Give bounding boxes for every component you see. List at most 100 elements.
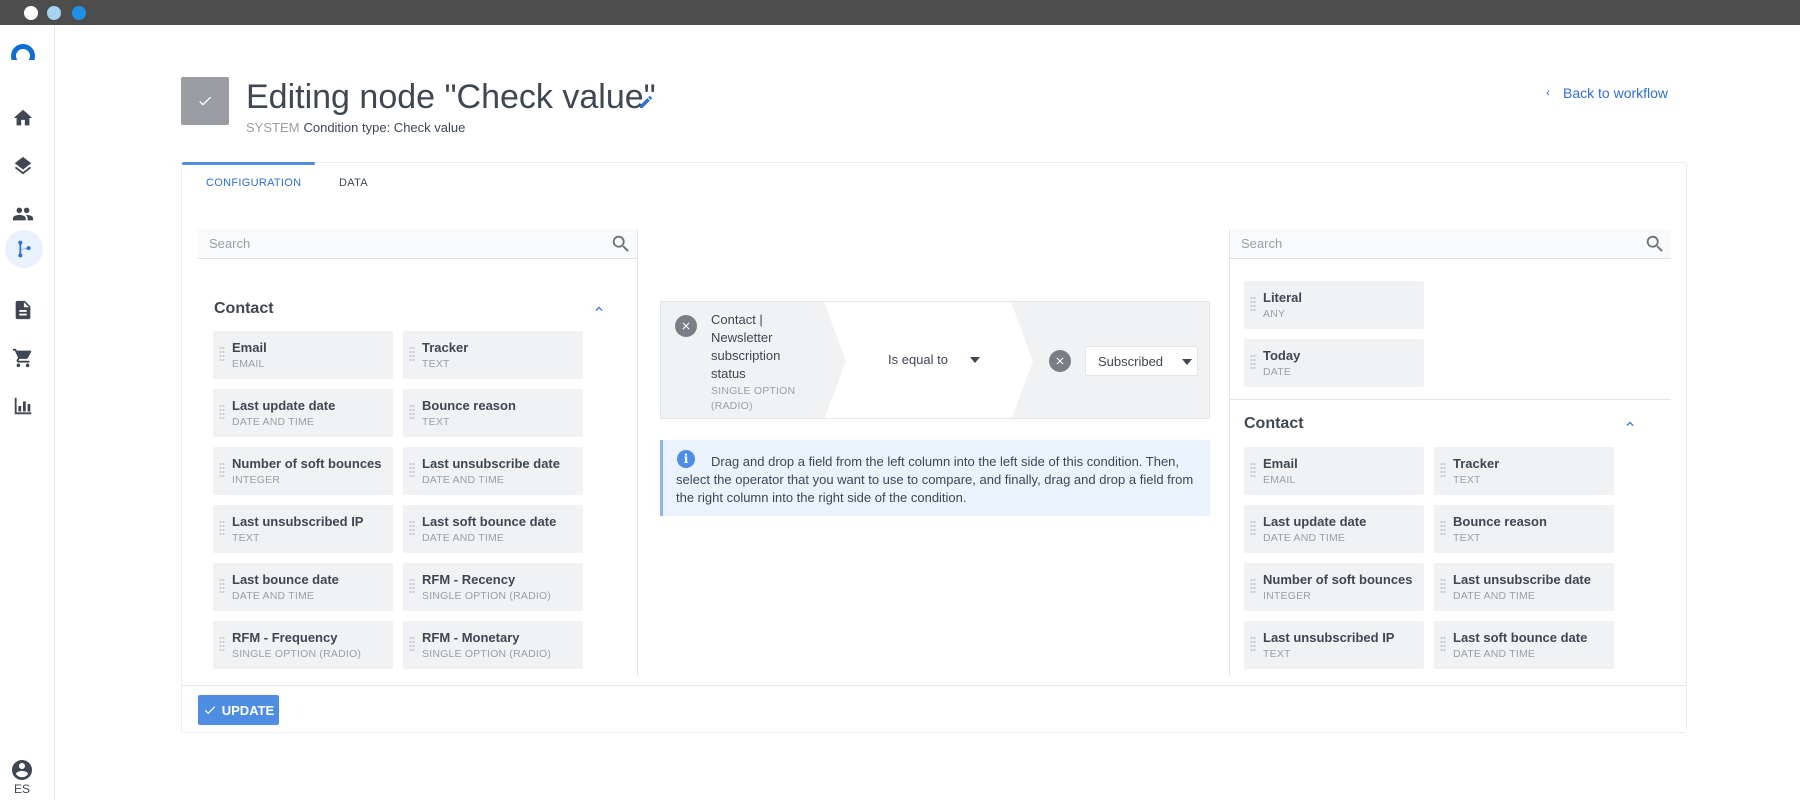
drag-handle-icon[interactable] — [219, 520, 225, 536]
field-type: DATE AND TIME — [422, 474, 505, 486]
drag-handle-icon[interactable] — [219, 636, 225, 652]
back-to-workflow-label: Back to workflow — [1563, 85, 1669, 101]
field-card[interactable]: Tracker TEXT — [403, 331, 583, 379]
drag-handle-icon[interactable] — [1440, 636, 1446, 652]
remove-right-value-icon[interactable] — [1049, 350, 1071, 372]
field-card[interactable]: Bounce reason TEXT — [1434, 505, 1614, 553]
card-footer-divider — [182, 685, 1686, 686]
field-card[interactable]: Last unsubscribed IP TEXT — [213, 505, 393, 553]
field-type: DATE AND TIME — [422, 532, 505, 544]
field-card[interactable]: Last bounce date DATE AND TIME — [213, 563, 393, 611]
field-card[interactable]: Number of soft bounces INTEGER — [1244, 563, 1424, 611]
drag-handle-icon[interactable] — [1440, 520, 1446, 536]
field-name: RFM - Monetary — [422, 630, 520, 645]
editor-card: CONFIGURATION DATA Contact Email EMAIL Tr… — [181, 162, 1687, 733]
field-type: TEXT — [1453, 532, 1481, 544]
field-name: Number of soft bounces — [1263, 572, 1413, 587]
field-card[interactable]: Email EMAIL — [1244, 447, 1424, 495]
document-icon[interactable] — [10, 297, 36, 323]
drag-handle-icon[interactable] — [1250, 296, 1256, 312]
drag-handle-icon[interactable] — [219, 404, 225, 420]
collapse-chevron-up-icon[interactable] — [1623, 417, 1637, 431]
user-account-icon[interactable] — [10, 758, 36, 784]
drag-handle-icon[interactable] — [409, 578, 415, 594]
update-button-label: UPDATE — [221, 702, 275, 718]
drag-handle-icon[interactable] — [1250, 520, 1256, 536]
bar-chart-icon[interactable] — [10, 393, 36, 419]
workflow-icon[interactable] — [5, 230, 43, 268]
window-minimize-button[interactable] — [47, 6, 61, 20]
condition-type-label: Condition type: Check value — [303, 120, 466, 135]
field-card[interactable]: Last soft bounce date DATE AND TIME — [403, 505, 583, 553]
field-name: RFM - Frequency — [232, 630, 338, 645]
field-card[interactable]: Last update date DATE AND TIME — [1244, 505, 1424, 553]
search-icon[interactable] — [610, 233, 632, 255]
field-type: ANY — [1263, 308, 1286, 320]
window-maximize-button[interactable] — [72, 6, 86, 20]
drag-handle-icon[interactable] — [409, 462, 415, 478]
field-name: Last update date — [1263, 514, 1367, 529]
remove-left-field-icon[interactable] — [675, 315, 697, 337]
tab-configuration[interactable]: CONFIGURATION — [206, 177, 301, 189]
page-subtitle: SYSTEM Condition type: Check value — [246, 120, 465, 135]
field-card[interactable]: RFM - Frequency SINGLE OPTION (RADIO) — [213, 621, 393, 669]
drag-handle-icon[interactable] — [1440, 462, 1446, 478]
field-type: TEXT — [422, 358, 450, 370]
app-logo[interactable] — [11, 44, 35, 60]
field-type: EMAIL — [232, 358, 265, 370]
drag-handle-icon[interactable] — [1250, 354, 1256, 370]
back-to-workflow-link[interactable]: Back to workflow — [1543, 85, 1668, 101]
field-card-literal[interactable]: Literal ANY — [1244, 281, 1424, 329]
drag-handle-icon[interactable] — [409, 520, 415, 536]
field-card[interactable]: Last unsubscribed IP TEXT — [1244, 621, 1424, 669]
section-divider — [1230, 399, 1671, 400]
field-name: Last unsubscribed IP — [232, 514, 364, 529]
left-search-box — [198, 229, 637, 259]
field-card[interactable]: Tracker TEXT — [1434, 447, 1614, 495]
tab-data[interactable]: DATA — [339, 177, 368, 189]
value-caret-down-icon[interactable] — [1182, 359, 1192, 365]
operator-select[interactable]: Is equal to — [888, 352, 948, 367]
condition-left-field[interactable]: Contact | Newsletter subscription status — [711, 311, 801, 383]
field-card[interactable]: Last soft bounce date DATE AND TIME — [1434, 621, 1614, 669]
cart-icon[interactable] — [10, 345, 36, 371]
drag-handle-icon[interactable] — [219, 462, 225, 478]
operator-caret-down-icon[interactable] — [970, 357, 980, 363]
update-button[interactable]: UPDATE — [198, 695, 279, 725]
field-card[interactable]: Bounce reason TEXT — [403, 389, 583, 437]
field-card[interactable]: Number of soft bounces INTEGER — [213, 447, 393, 495]
field-card[interactable]: Last update date DATE AND TIME — [213, 389, 393, 437]
home-icon[interactable] — [10, 105, 36, 131]
right-search-input[interactable] — [1230, 229, 1630, 258]
edit-title-icon[interactable] — [638, 94, 654, 110]
search-icon[interactable] — [1644, 233, 1666, 255]
field-type: INTEGER — [1263, 590, 1312, 602]
collapse-chevron-up-icon[interactable] — [592, 302, 606, 316]
layers-icon[interactable] — [10, 153, 36, 179]
drag-handle-icon[interactable] — [219, 346, 225, 362]
left-search-input[interactable] — [198, 229, 598, 258]
drag-handle-icon[interactable] — [219, 578, 225, 594]
page-title: Editing node "Check value" — [246, 78, 656, 116]
drag-handle-icon[interactable] — [1440, 578, 1446, 594]
field-name: Email — [232, 340, 267, 355]
drag-handle-icon[interactable] — [1250, 462, 1256, 478]
field-type: INTEGER — [232, 474, 281, 486]
field-card[interactable]: Last unsubscribe date DATE AND TIME — [1434, 563, 1614, 611]
people-icon[interactable] — [10, 201, 36, 227]
field-card[interactable]: RFM - Monetary SINGLE OPTION (RADIO) — [403, 621, 583, 669]
field-card[interactable]: Email EMAIL — [213, 331, 393, 379]
left-section-title: Contact — [214, 300, 274, 317]
drag-handle-icon[interactable] — [1250, 636, 1256, 652]
field-card[interactable]: Last unsubscribe date DATE AND TIME — [403, 447, 583, 495]
field-card-today[interactable]: Today DATE — [1244, 339, 1424, 387]
drag-handle-icon[interactable] — [409, 636, 415, 652]
drag-handle-icon[interactable] — [1250, 578, 1256, 594]
field-card[interactable]: RFM - Recency SINGLE OPTION (RADIO) — [403, 563, 583, 611]
condition-left-field-type: SINGLE OPTION (RADIO) — [711, 385, 796, 412]
drag-handle-icon[interactable] — [409, 346, 415, 362]
drag-handle-icon[interactable] — [409, 404, 415, 420]
condition-value-select[interactable]: Subscribed — [1085, 346, 1198, 376]
condition-builder: Contact | Newsletter subscription status… — [660, 301, 1210, 419]
window-close-button[interactable] — [24, 6, 38, 20]
